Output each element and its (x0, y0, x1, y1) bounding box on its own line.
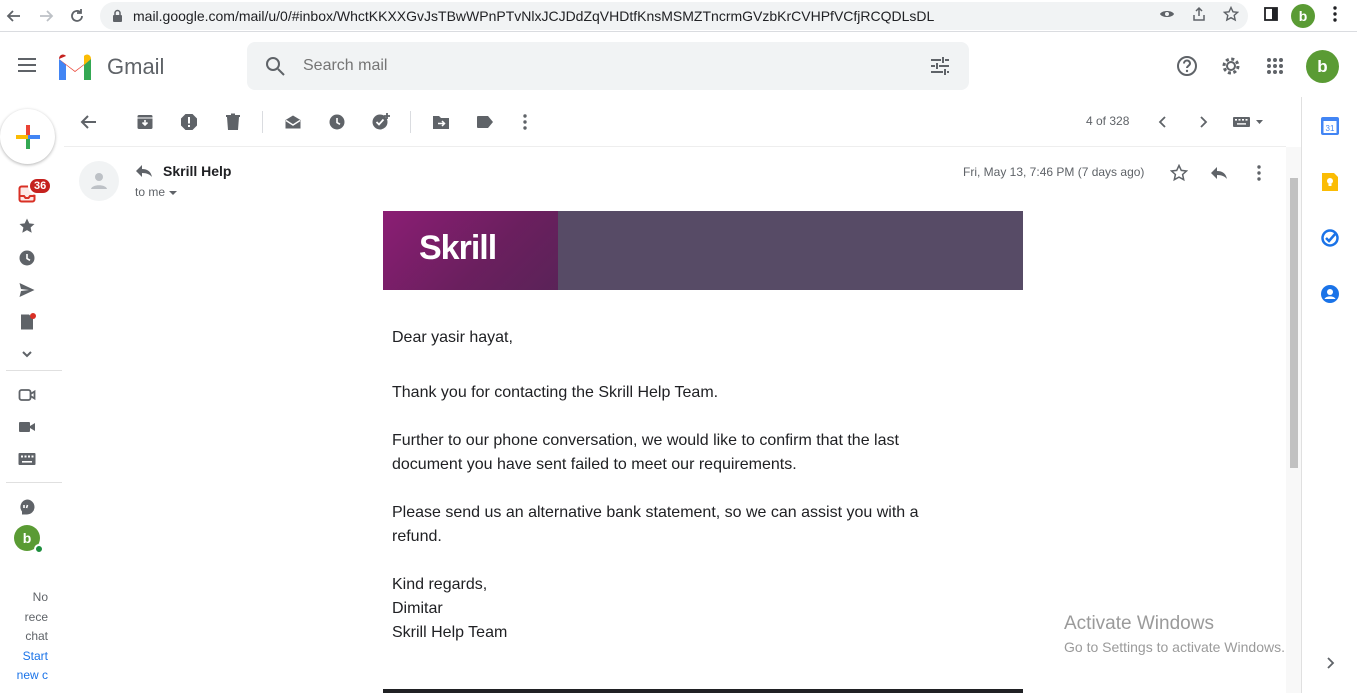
toolbar-divider (262, 111, 263, 133)
help-icon[interactable] (1175, 54, 1199, 78)
skrill-logo-text: Skrill (419, 229, 497, 267)
chat-empty-text-line-2: rece (24, 610, 48, 624)
older-chevron-right-icon[interactable] (1192, 111, 1214, 133)
account-avatar[interactable]: b (1306, 50, 1339, 83)
address-bar[interactable]: mail.google.com/mail/u/0/#inbox/WhctKKXX… (100, 2, 1248, 30)
label-icon[interactable] (474, 111, 496, 133)
chat-empty-text-line-1: No (32, 590, 48, 604)
input-tools-keyboard-icon[interactable] (1230, 111, 1266, 133)
url-text: mail.google.com/mail/u/0/#inbox/WhctKKXX… (133, 8, 935, 24)
details-caret-icon (169, 190, 178, 195)
email-paragraph-1: Thank you for contacting the Skrill Help… (392, 384, 719, 401)
skrill-logo-block: Skrill (383, 211, 558, 290)
scrollbar-thumb[interactable] (1290, 178, 1298, 468)
more-vert-icon[interactable] (1326, 5, 1344, 23)
back-icon[interactable] (2, 4, 26, 28)
search-options-icon[interactable] (928, 54, 952, 83)
email-signature-team: Skrill Help Team (392, 624, 508, 641)
skrill-email-banner: Skrill (383, 211, 1023, 290)
mark-unread-icon[interactable] (282, 111, 304, 133)
reload-icon[interactable] (65, 4, 89, 28)
drafts-icon[interactable] (16, 311, 38, 333)
snoozed-clock-icon[interactable] (16, 247, 38, 269)
share-icon[interactable] (1190, 5, 1208, 23)
activate-windows-title: Activate Windows (1064, 613, 1214, 634)
rail-divider (6, 370, 62, 371)
search-icon[interactable] (263, 54, 287, 83)
browser-profile-avatar[interactable]: b (1291, 4, 1315, 28)
star-icon[interactable] (1167, 161, 1191, 185)
chat-empty-text-line-3: chat (25, 629, 48, 643)
email-paragraph-2-line-2: document you have sent failed to meet ou… (392, 456, 797, 473)
rail-divider (6, 482, 62, 483)
message-date: Fri, May 13, 7:46 PM (7 days ago) (963, 165, 1145, 179)
main-menu-icon[interactable] (15, 53, 39, 77)
start-chat-link-line-1[interactable]: Start (0, 649, 48, 663)
message-more-icon[interactable] (1247, 161, 1271, 185)
tasks-icon[interactable] (1319, 227, 1341, 249)
meet-join-video-icon[interactable] (16, 416, 38, 438)
gmail-header: Gmail b (0, 33, 1357, 97)
start-chat-link-line-2[interactable]: new c (0, 668, 48, 682)
settings-gear-icon[interactable] (1219, 54, 1243, 78)
message-pager: 4 of 328 (1086, 114, 1130, 128)
sender-name[interactable]: Skrill Help (163, 163, 231, 179)
calendar-icon[interactable]: 31 (1319, 115, 1341, 137)
gmail-logo-icon[interactable] (56, 53, 94, 80)
browser-toolbar: mail.google.com/mail/u/0/#inbox/WhctKKXX… (0, 0, 1357, 32)
eye-icon[interactable] (1158, 5, 1176, 23)
person-icon (91, 173, 107, 189)
sent-icon[interactable] (16, 279, 38, 301)
meet-new-meeting-icon[interactable] (16, 384, 38, 406)
email-paragraph-3-line-2: refund. (392, 528, 442, 545)
starred-icon[interactable] (16, 215, 38, 237)
message-header: Skrill Help to me Fri, May 13, 7:46 PM (… (64, 148, 1286, 208)
email-greeting: Dear yasir hayat, (392, 329, 513, 346)
online-status-dot (34, 544, 44, 554)
contacts-icon[interactable] (1319, 283, 1341, 305)
svg-text:31: 31 (1326, 124, 1335, 133)
keep-notes-icon[interactable] (1319, 171, 1341, 193)
email-paragraph-3-line-1: Please send us an alternative bank state… (392, 504, 919, 521)
lock-icon (112, 9, 123, 28)
activate-windows-subtitle: Go to Settings to activate Windows. (1064, 639, 1285, 655)
more-chevron-down-icon[interactable] (16, 343, 38, 365)
more-options-icon[interactable] (514, 111, 536, 133)
replied-arrow-icon (135, 164, 153, 183)
reply-icon[interactable] (1207, 161, 1231, 185)
keyboard-icon[interactable] (16, 448, 38, 470)
side-panel-icon[interactable] (1262, 5, 1280, 23)
newer-chevron-left-icon[interactable] (1152, 111, 1174, 133)
email-paragraph-2-line-1: Further to our phone conversation, we wo… (392, 432, 899, 449)
forward-icon[interactable] (34, 4, 58, 28)
search-input[interactable] (303, 54, 903, 78)
apps-grid-icon[interactable] (1263, 54, 1287, 78)
left-rail: 36 b No rece chat Start new c (0, 97, 64, 693)
archive-icon[interactable] (134, 111, 156, 133)
show-side-panel-chevron-icon[interactable] (1319, 652, 1341, 674)
toolbar-divider (410, 111, 411, 133)
bookmark-star-icon[interactable] (1222, 5, 1240, 23)
email-signature-name: Dimitar (392, 600, 443, 617)
chat-bubble-icon[interactable] (16, 496, 38, 518)
recipient-text: to me (135, 185, 166, 199)
inbox-unread-badge: 36 (28, 177, 53, 195)
email-footer-edge (383, 689, 1023, 693)
message-toolbar: 4 of 328 (64, 97, 1286, 147)
side-panel: 31 (1301, 97, 1357, 693)
compose-button[interactable] (0, 109, 55, 164)
recipient-details-toggle[interactable]: to me (135, 185, 178, 199)
snooze-clock-icon[interactable] (326, 111, 348, 133)
back-to-inbox-icon[interactable] (78, 111, 100, 133)
report-spam-icon[interactable] (178, 111, 200, 133)
add-to-tasks-icon[interactable] (370, 111, 392, 133)
compose-plus-icon (15, 124, 40, 149)
email-signoff: Kind regards, (392, 576, 488, 593)
sender-avatar[interactable] (79, 161, 119, 201)
gmail-wordmark[interactable]: Gmail (107, 54, 164, 80)
move-to-folder-icon[interactable] (430, 111, 452, 133)
search-bar[interactable] (247, 42, 969, 90)
delete-trash-icon[interactable] (222, 111, 244, 133)
